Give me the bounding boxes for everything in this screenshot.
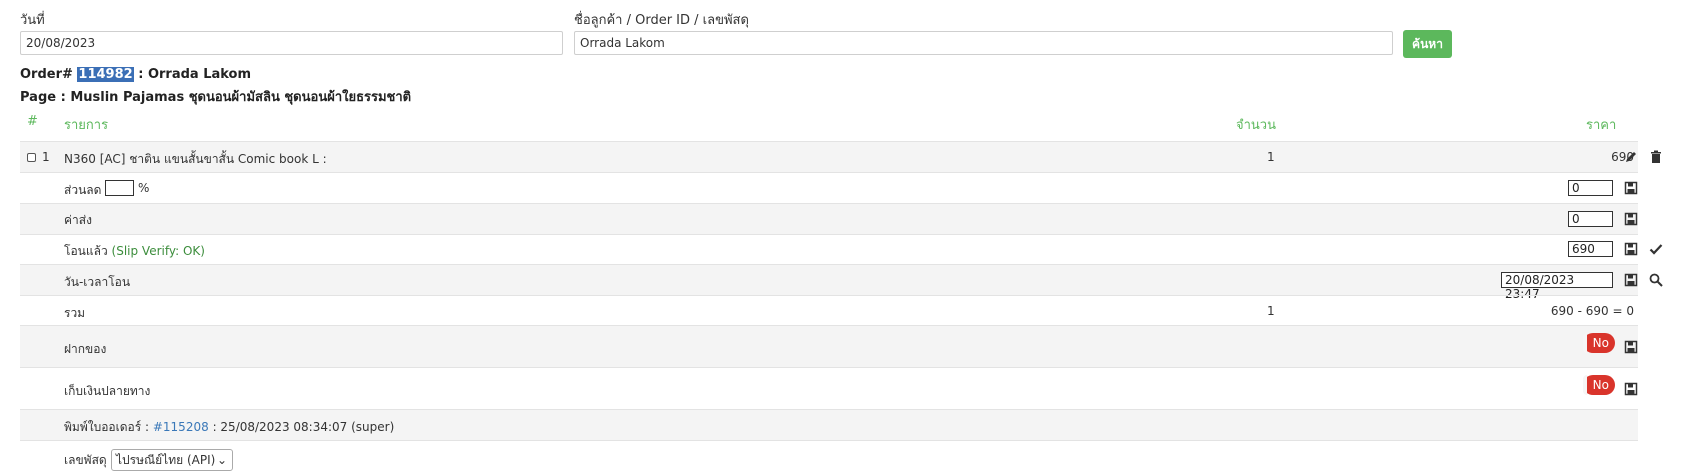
total-formula: 690 - 690 = 0 — [1550, 304, 1634, 318]
table-row-cod: เก็บเงินปลายทาง No — [20, 367, 1638, 409]
tracking-label: เลขพัสดุ — [64, 453, 107, 467]
table-row-deposit: ฝากของ No — [20, 325, 1638, 367]
date-label: วันที่ — [20, 13, 45, 28]
order-customer: : Orrada Lakom — [138, 67, 252, 82]
item-checkbox[interactable] — [27, 153, 36, 162]
trash-icon[interactable] — [1649, 150, 1663, 164]
transfer-time-label: วัน-เวลาโอน — [64, 275, 131, 289]
total-qty: 1 — [1267, 304, 1275, 318]
shipping-label: ค่าส่ง — [64, 213, 92, 227]
table-row-item: 1 N360 [AC] ชาติน แขนสั้นขาสั้น Comic bo… — [20, 141, 1661, 172]
col-index-header: # — [27, 114, 38, 129]
save-icon[interactable] — [1624, 273, 1638, 287]
item-qty: 1 — [1267, 150, 1275, 164]
slip-verify-status: (Slip Verify: OK) — [111, 244, 205, 258]
table-row-transfer-time: วัน-เวลาโอน 20/08/2023 23:47 — [20, 264, 1663, 301]
item-name: N360 [AC] ชาติน แขนสั้นขาสั้น Comic book… — [64, 152, 327, 166]
col-item-header: รายการ — [64, 118, 109, 133]
print-order-link[interactable]: #115208 — [153, 420, 209, 434]
page-line: Page : Muslin Pajamas ชุดนอนผ้ามัสลิน ชุ… — [20, 90, 412, 105]
table-row-paid: โอนแล้ว (Slip Verify: OK) 690 — [20, 234, 1663, 264]
print-text: พิมพ์ใบออเดอร์ : #115208 : 25/08/2023 08… — [64, 418, 394, 437]
print-detail: : 25/08/2023 08:34:07 (super) — [212, 420, 395, 434]
discount-amount-input[interactable]: 0 — [1568, 180, 1613, 196]
deposit-label: ฝากของ — [64, 342, 107, 356]
order-title: Order# 114982 : Orrada Lakom — [20, 67, 251, 82]
paid-amount-input[interactable]: 690 — [1568, 241, 1613, 257]
discount-label: ส่วนลด — [64, 183, 102, 197]
date-input[interactable]: 20/08/2023 — [20, 31, 563, 55]
save-icon[interactable] — [1624, 212, 1638, 226]
col-qty-header: จำนวน — [1236, 118, 1276, 133]
cod-label: เก็บเงินปลายทาง — [64, 384, 151, 398]
order-id[interactable]: 114982 — [77, 67, 134, 82]
search-icon[interactable] — [1649, 273, 1663, 287]
shipping-amount-input[interactable]: 0 — [1568, 211, 1613, 227]
item-index: 1 — [42, 150, 50, 164]
table-row-discount: ส่วนลด % 0 — [20, 172, 1638, 203]
check-icon[interactable] — [1649, 242, 1663, 256]
carrier-select[interactable]: ไปรษณีย์ไทย (API) ⌄ — [111, 449, 233, 471]
cod-toggle[interactable]: No — [1583, 375, 1615, 395]
save-icon[interactable] — [1624, 382, 1638, 396]
transfer-time-input[interactable]: 20/08/2023 23:47 — [1501, 272, 1613, 301]
table-row-shipping: ค่าส่ง 0 — [20, 203, 1638, 234]
save-icon[interactable] — [1624, 242, 1638, 256]
table-row-print: พิมพ์ใบออเดอร์ : #115208 : 25/08/2023 08… — [20, 409, 1638, 440]
deposit-toggle[interactable]: No — [1583, 333, 1615, 353]
table-row-total: รวม 1 690 - 690 = 0 — [20, 295, 1638, 325]
discount-percent-input[interactable] — [105, 180, 134, 196]
pencil-icon[interactable] — [1624, 150, 1638, 164]
table-row-tracking: เลขพัสดุ ไปรษณีย์ไทย (API) ⌄ — [20, 440, 1638, 471]
total-label: รวม — [64, 306, 86, 320]
query-label: ชื่อลูกค้า / Order ID / เลขพัสดุ — [574, 13, 749, 28]
paid-label: โอนแล้ว — [64, 244, 108, 258]
discount-unit: % — [138, 181, 150, 195]
chevron-down-icon: ⌄ — [216, 453, 227, 467]
print-label: พิมพ์ใบออเดอร์ : — [64, 420, 150, 434]
search-input[interactable]: Orrada Lakom — [574, 31, 1393, 55]
save-icon[interactable] — [1624, 340, 1638, 354]
search-button[interactable]: ค้นหา — [1403, 30, 1452, 58]
paid-text: โอนแล้ว (Slip Verify: OK) — [64, 242, 205, 261]
order-prefix: Order# — [20, 67, 73, 82]
col-price-header: ราคา — [1586, 118, 1617, 133]
save-icon[interactable] — [1624, 181, 1638, 195]
